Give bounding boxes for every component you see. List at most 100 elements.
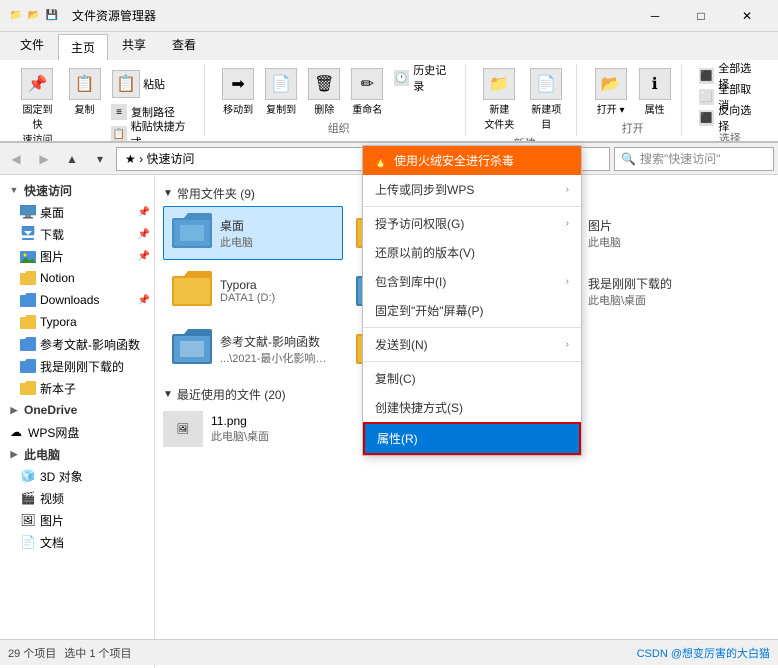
sidebar-quick-access[interactable]: ▼ 快速访问 <box>0 179 154 201</box>
back-button[interactable]: ◀ <box>4 147 28 171</box>
move-icon: ➡ <box>222 68 254 100</box>
sidebar-this-pc[interactable]: ▶ 此电脑 <box>0 443 154 465</box>
move-to-button[interactable]: ➡ 移动到 <box>219 66 258 118</box>
paste-button[interactable]: 📋 粘贴 <box>108 68 198 100</box>
sidebar-item-pictures[interactable]: 图片 📌 <box>0 245 154 267</box>
recent-paths-button[interactable]: ▾ <box>88 147 112 171</box>
recent-file-info: 11.png 此电脑\桌面 <box>211 414 269 444</box>
open-label: 打开 ▾ <box>597 101 625 116</box>
3d-icon: 🧊 <box>20 468 36 484</box>
clipboard-buttons: 📌 固定到快速访问 📋 复制 📋 粘贴 ≡ 复制路径 <box>14 66 198 142</box>
search-box[interactable]: 🔍 搜索"快速访问" <box>614 147 774 171</box>
rename-button[interactable]: ✏ 重命名 <box>348 66 387 118</box>
new-folder-button[interactable]: 📁 新建文件夹 <box>480 66 519 133</box>
copy-icon: 📋 <box>69 68 101 100</box>
sidebar-item-desktop[interactable]: 桌面 📌 <box>0 201 154 223</box>
pin-icon: 📌 <box>21 68 53 100</box>
copy-path-icon: ≡ <box>111 104 127 120</box>
sidebar-item-refs[interactable]: 参考文献-影响函数 <box>0 333 154 355</box>
paste-shortcut-button[interactable]: 📋 粘贴快捷方式 <box>108 124 198 142</box>
sidebar-onedrive[interactable]: ▶ OneDrive <box>0 399 154 421</box>
ribbon-group-organize: ➡ 移动到 📄 复制到 🗑 删除 ✏ 重命名 🕐 <box>213 64 466 136</box>
copy-to-label: 复制到 <box>266 101 296 116</box>
sidebar-item-documents[interactable]: 📄 文档 <box>0 531 154 553</box>
new-item-button[interactable]: 📄 新建项目 <box>523 66 570 133</box>
sidebar-item-pictures-pc[interactable]: 🖼 图片 <box>0 509 154 531</box>
ribbon-content: 📌 固定到快速访问 📋 复制 📋 粘贴 ≡ 复制路径 <box>0 60 778 142</box>
typora-folder-path: DATA1 (D:) <box>220 292 334 304</box>
video-icon: 🎬 <box>20 490 36 506</box>
window-controls[interactable]: ─ □ ✕ <box>632 0 770 32</box>
context-menu-pin-start[interactable]: 固定到"开始"屏幕(P) <box>363 296 581 325</box>
delete-button[interactable]: 🗑 删除 <box>305 66 344 118</box>
context-menu-upload[interactable]: 上传或同步到WPS › <box>363 175 581 204</box>
open-icon: 📂 <box>595 68 627 100</box>
3d-label: 3D 对象 <box>40 468 83 485</box>
context-menu[interactable]: 🔥 使用火绒安全进行杀毒 上传或同步到WPS › 授予访问权限(G) › 还原以… <box>362 145 582 456</box>
context-menu-header: 🔥 使用火绒安全进行杀毒 <box>363 146 581 175</box>
ribbon-tabs: 文件 主页 共享 查看 <box>0 32 778 60</box>
history-button[interactable]: 🕐 历史记录 <box>391 68 459 88</box>
this-pc-label: 此电脑 <box>24 446 60 463</box>
properties-button[interactable]: ℹ 属性 <box>635 66 675 118</box>
pin-quick-access-button[interactable]: 📌 固定到快速访问 <box>14 66 61 142</box>
ribbon-group-clipboard: 📌 固定到快速访问 📋 复制 📋 粘贴 ≡ 复制路径 <box>8 64 205 136</box>
pin-indicator: 📌 <box>138 207 150 218</box>
context-menu-send[interactable]: 发送到(N) › <box>363 330 581 359</box>
context-menu-library[interactable]: 包含到库中(I) › <box>363 267 581 296</box>
tab-view[interactable]: 查看 <box>160 32 208 60</box>
maximize-button[interactable]: □ <box>678 0 724 32</box>
folder-icon-small: 📁 <box>8 8 24 24</box>
folder-item-references[interactable]: 参考文献-影响函数 ...\2021-最小化影响函数... <box>163 322 343 376</box>
sidebar-item-videos[interactable]: 🎬 视频 <box>0 487 154 509</box>
sidebar-refs-label: 参考文献-影响函数 <box>40 336 140 353</box>
typora-folder-icon <box>20 314 36 330</box>
open-button[interactable]: 📂 打开 ▾ <box>591 66 631 118</box>
sidebar-item-downloads[interactable]: 下载 📌 <box>0 223 154 245</box>
new-label: 新建 <box>514 135 536 142</box>
sidebar-item-notebook[interactable]: 新本子 <box>0 377 154 399</box>
item-count: 29 个项目 <box>8 645 56 661</box>
invert-select-button[interactable]: ⬛ 反向选择 <box>696 108 764 128</box>
context-menu-header-text: 使用火绒安全进行杀毒 <box>394 152 514 169</box>
chevron-down-icon: ▼ <box>8 185 20 195</box>
sidebar-item-3d[interactable]: 🧊 3D 对象 <box>0 465 154 487</box>
folder-item-typora[interactable]: Typora DATA1 (D:) <box>163 264 343 318</box>
sidebar-item-downloads-folder[interactable]: Downloads 📌 <box>0 289 154 311</box>
desktop-icon <box>20 204 36 220</box>
tab-share[interactable]: 共享 <box>110 32 158 60</box>
copy-to-button[interactable]: 📄 复制到 <box>262 66 301 118</box>
csdn-watermark: CSDN @想变厉害的大白猫 <box>637 645 770 661</box>
select-all-icon: ⬛ <box>699 68 715 84</box>
sidebar-item-wps[interactable]: ☁ WPS网盘 <box>0 421 154 443</box>
sidebar-downloaded-label: 我是刚刚下载的 <box>40 358 124 375</box>
just-downloaded-name: 我是刚刚下载的 <box>588 275 702 292</box>
close-button[interactable]: ✕ <box>724 0 770 32</box>
context-menu-restore[interactable]: 还原以前的版本(V) <box>363 238 581 267</box>
context-menu-shortcut[interactable]: 创建快捷方式(S) <box>363 393 581 422</box>
pin-label: 固定到快速访问 <box>18 101 57 142</box>
properties-icon: ℹ <box>639 68 671 100</box>
minimize-button[interactable]: ─ <box>632 0 678 32</box>
tab-home[interactable]: 主页 <box>58 34 108 60</box>
copy-label: 复制 <box>74 101 94 116</box>
context-menu-properties[interactable]: 属性(R) <box>363 422 581 455</box>
section-chevron: ▼ <box>163 188 173 199</box>
sidebar-item-downloaded[interactable]: 我是刚刚下载的 <box>0 355 154 377</box>
forward-button[interactable]: ▶ <box>32 147 56 171</box>
context-menu-copy[interactable]: 复制(C) <box>363 364 581 393</box>
up-button[interactable]: ▲ <box>60 147 84 171</box>
recent-file-icon: 🖼 <box>163 411 203 447</box>
videos-label: 视频 <box>40 490 64 507</box>
references-folder-info: 参考文献-影响函数 ...\2021-最小化影响函数... <box>220 333 334 366</box>
sidebar-item-notion[interactable]: Notion <box>0 267 154 289</box>
context-menu-grant[interactable]: 授予访问权限(G) › <box>363 209 581 238</box>
copy-button[interactable]: 📋 复制 <box>65 66 104 118</box>
tab-file[interactable]: 文件 <box>8 32 56 60</box>
copy-menu-label: 复制(C) <box>375 370 416 387</box>
folder-item-desktop[interactable]: 桌面 此电脑 <box>163 206 343 260</box>
wps-label: WPS网盘 <box>28 424 79 441</box>
recent-section-label: 最近使用的文件 (20) <box>177 386 286 403</box>
paste-label: 粘贴 <box>143 76 165 92</box>
sidebar-item-typora[interactable]: Typora <box>0 311 154 333</box>
